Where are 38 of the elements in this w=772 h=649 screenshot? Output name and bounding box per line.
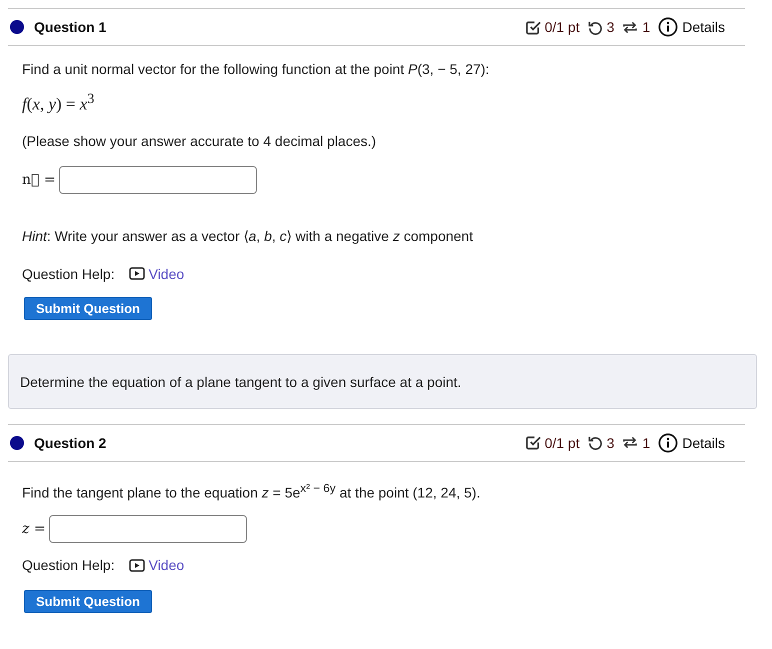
retry-icon — [588, 435, 603, 450]
question-text: Find a unit normal vector for the following function at the point P(3, − 5, 27): — [22, 61, 490, 77]
video-icon — [128, 267, 145, 280]
help-label: Question Help: — [22, 266, 115, 282]
swap-arrows-icon — [622, 435, 638, 450]
question-title: Question 2 — [34, 434, 106, 451]
formula-text: f(x, y) = x$^{3}$ — [22, 91, 96, 115]
hint-text: Hint: Write your answer as a vector ⟨a, b, c⟩ with a negative z component — [22, 228, 474, 244]
instruction-text: (Please show your answer accurate to 4 decimal places.) — [22, 132, 378, 149]
help-label: Question Help: — [22, 557, 115, 574]
answer-field[interactable] — [48, 515, 247, 544]
submit-button[interactable]: Submit Question — [24, 296, 152, 320]
info-icon[interactable] — [658, 432, 678, 453]
swap-arrows-icon — [622, 20, 638, 34]
score-text: 0/1 pt — [544, 19, 580, 35]
details-link[interactable]: Details — [682, 434, 725, 451]
question-title: Question 1 — [34, 19, 106, 35]
status-dot — [10, 20, 24, 34]
info-icon[interactable] — [658, 17, 678, 37]
status-dot — [10, 436, 24, 450]
video-icon — [128, 558, 145, 572]
attempts-count: 3 — [606, 434, 614, 451]
versions-count: 1 — [642, 19, 650, 35]
question-text: Find the tangent plane to the equation z = 5e$^{x² − 6y}$ at the point (12, 24, 5). — [22, 482, 482, 500]
attempts-count: 3 — [606, 19, 614, 35]
answer-field[interactable] — [58, 166, 257, 194]
video-link[interactable]: Video — [128, 266, 184, 282]
retry-icon — [588, 20, 603, 34]
score-text: 0/1 pt — [544, 434, 580, 451]
submit-button[interactable]: Submit Question — [24, 590, 152, 614]
versions-count: 1 — [642, 434, 650, 451]
answer-label: z = — [22, 521, 46, 538]
checkbox-icon — [526, 435, 541, 450]
checkbox-icon — [526, 20, 541, 34]
video-link[interactable]: Video — [128, 557, 184, 574]
details-link[interactable]: Details — [682, 19, 725, 35]
info-text: Determine the equation of a plane tangent to a given surface at a point. — [20, 374, 462, 390]
answer-label: n⃗ = — [22, 172, 56, 188]
